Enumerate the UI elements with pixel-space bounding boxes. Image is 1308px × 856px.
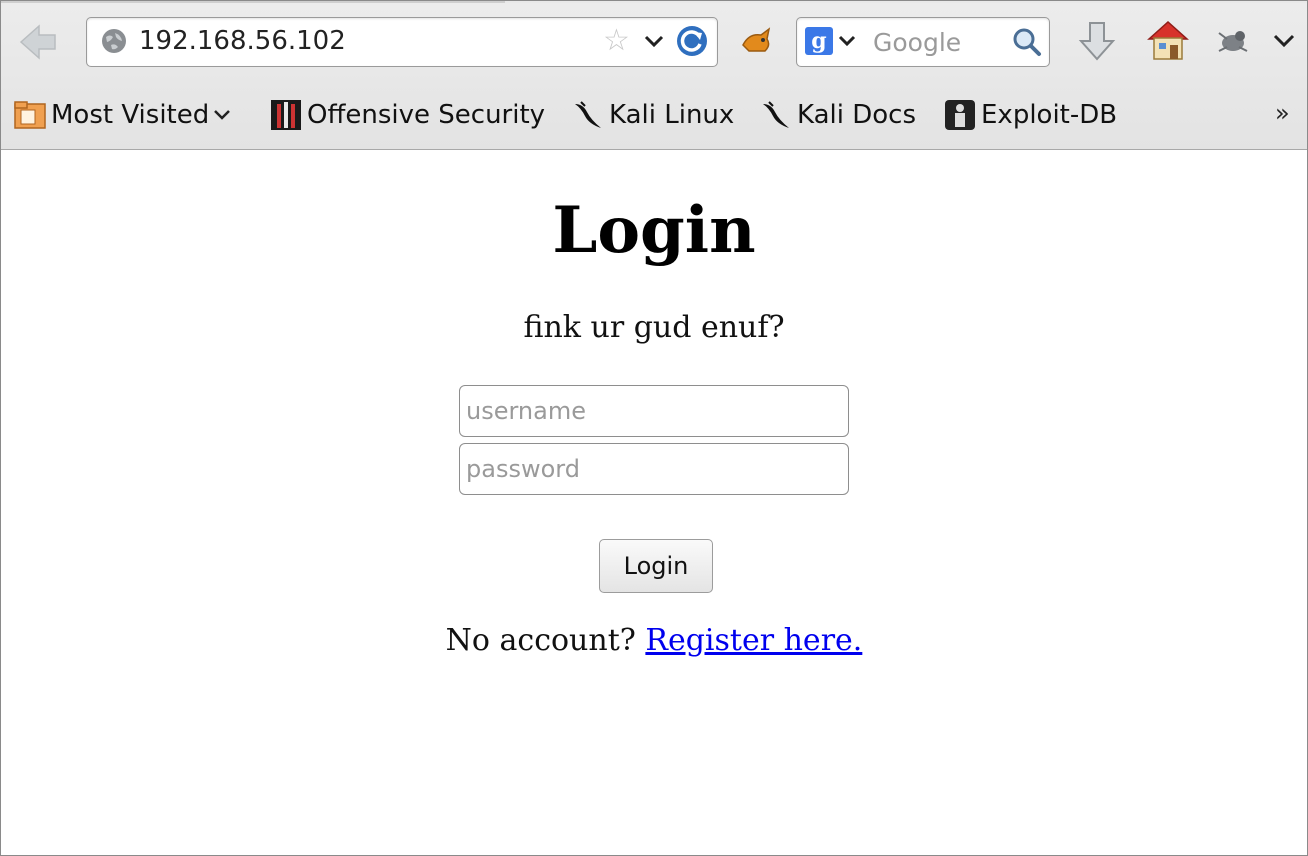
login-button[interactable]: Login [599,539,713,593]
username-input[interactable] [459,385,849,437]
url-text[interactable]: 192.168.56.102 [139,26,346,56]
page-content: Login fink ur gud enuf? Login No account… [1,150,1307,855]
folder-icon [14,101,46,129]
search-box[interactable]: g Google [796,17,1050,67]
bookmark-kali-docs[interactable]: Kali Docs [759,93,916,137]
kali-dragon-icon [575,101,601,128]
chevron-down-icon [214,110,231,120]
bookmark-label: Exploit-DB [981,100,1118,130]
url-bar[interactable]: 192.168.56.102 ☆ [86,17,718,67]
globe-icon [102,29,126,53]
offensive-security-icon [271,100,301,130]
no-account-text: No account? [445,623,636,658]
reload-icon[interactable] [675,24,709,58]
browser-toolbar: 192.168.56.102 ☆ g Google Most Visited O… [1,1,1307,150]
search-icon[interactable] [1011,26,1043,58]
search-placeholder[interactable]: Google [873,28,961,57]
password-input[interactable] [459,443,849,495]
exploit-db-icon [945,100,975,130]
google-engine-icon[interactable]: g [805,27,833,55]
extension-icon[interactable] [739,23,775,59]
chevron-down-icon[interactable] [1271,31,1297,51]
bookmark-star-icon[interactable]: ☆ [603,26,630,56]
register-link[interactable]: Register here. [645,623,862,658]
bookmarks-overflow-button[interactable]: » [1275,99,1290,127]
bookmark-kali-linux[interactable]: Kali Linux [571,93,734,137]
register-prompt: No account? Register here. [1,623,1307,658]
bookmark-label: Offensive Security [307,100,546,130]
kali-dragon-icon [763,101,789,128]
back-arrow-icon[interactable] [15,19,61,65]
bookmark-label: Kali Docs [797,100,917,130]
browser-window: 192.168.56.102 ☆ g Google Most Visited O… [0,0,1308,856]
home-icon[interactable] [1145,17,1191,63]
bookmark-label: Kali Linux [609,100,735,130]
bookmark-most-visited[interactable]: Most Visited [13,93,237,137]
tab-strip [1,1,1307,3]
download-icon[interactable] [1077,19,1117,63]
page-title: Login [552,193,756,268]
firebug-icon[interactable] [1213,25,1253,57]
bookmark-label: Most Visited [51,100,210,130]
chevron-down-icon[interactable] [641,28,667,54]
bookmark-offensive-security[interactable]: Offensive Security [269,93,545,137]
tagline: fink ur gud enuf? [523,310,785,345]
chevron-down-icon[interactable] [837,30,857,50]
bookmark-exploit-db[interactable]: Exploit-DB [943,93,1117,137]
